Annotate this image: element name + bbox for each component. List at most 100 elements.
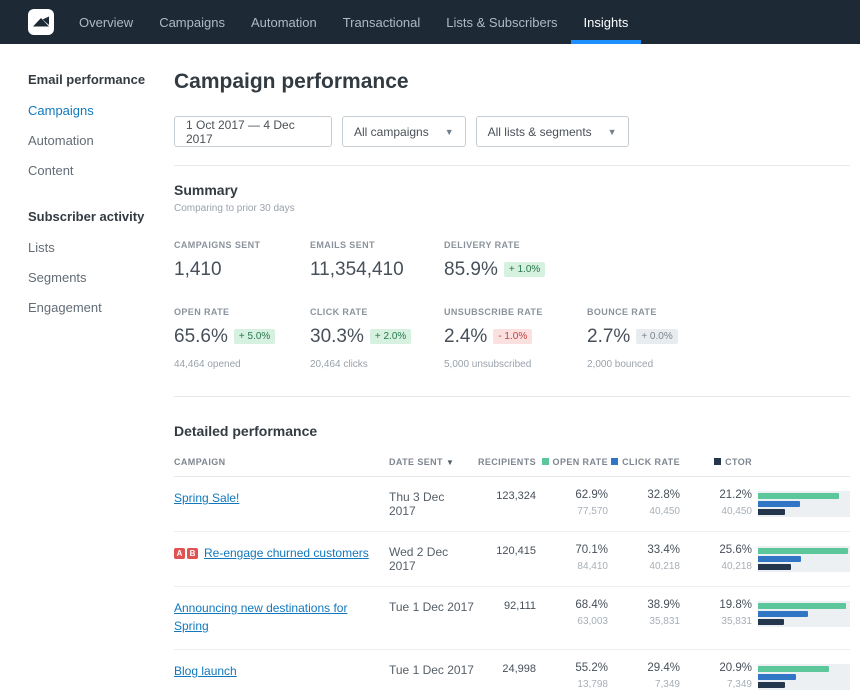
table-row: Blog launch Tue 1 Dec 2017 24,998 55.2%1… xyxy=(174,650,850,698)
open-rate-cell: 62.9%77,570 xyxy=(536,489,608,517)
nav-item-transactional[interactable]: Transactional xyxy=(330,0,434,44)
metric-sub: 44,464 opened xyxy=(174,359,310,370)
row-bar-chart xyxy=(752,662,850,690)
recipients-cell: 123,324 xyxy=(474,489,536,502)
delta-badge: + 5.0% xyxy=(234,329,275,344)
metric-bounce-rate: BOUNCE RATE 2.7%+ 0.0% 2,000 bounced xyxy=(587,307,850,370)
nav-item-campaigns[interactable]: Campaigns xyxy=(146,0,238,44)
metric-label: DELIVERY RATE xyxy=(444,240,587,250)
click-rate-value: 33.4% xyxy=(608,544,680,556)
metric-label: CLICK RATE xyxy=(310,307,444,317)
main-content: Campaign performance 1 Oct 2017 — 4 Dec … xyxy=(174,44,860,698)
campaign-link[interactable]: Re-engage churned customers xyxy=(204,546,369,560)
campaign-link[interactable]: Spring Sale! xyxy=(174,491,239,505)
ctor-cell: 20.9% 7,349 xyxy=(680,662,752,690)
open-rate-value: 55.2% xyxy=(536,662,608,674)
metric-sub: 5,000 unsubscribed xyxy=(444,359,587,370)
metric-value: 30.3% + 2.0% xyxy=(310,326,444,348)
column-header-ctor: CTOR xyxy=(680,457,752,467)
delta-badge: + 2.0% xyxy=(370,329,411,344)
row-bar-chart xyxy=(752,489,850,517)
metric-value: 85.9%+ 1.0% xyxy=(444,259,587,281)
chevron-down-icon: ▼ xyxy=(608,127,617,137)
click-rate-value: 29.4% xyxy=(608,662,680,674)
open-rate-bar xyxy=(758,666,829,672)
recipients-cell: 120,415 xyxy=(474,544,536,557)
column-header-date-sent[interactable]: DATE SENT▼ xyxy=(389,457,474,467)
date-range-input[interactable]: 1 Oct 2017 — 4 Dec 2017 xyxy=(174,116,332,147)
metric-label: BOUNCE RATE xyxy=(587,307,850,317)
column-header-click-rate: CLICK RATE xyxy=(608,457,680,467)
metric-sub: 20,464 clicks xyxy=(310,359,444,370)
ctor-count: 7,349 xyxy=(680,679,752,690)
open-rate-bar xyxy=(758,548,848,554)
ctor-value: 20.9% xyxy=(680,662,752,674)
open-rate-value: 68.4% xyxy=(536,599,608,611)
open-rate-cell: 68.4% 63,003 xyxy=(536,599,608,627)
metric-campaigns-sent: CAMPAIGNS SENT 1,410 xyxy=(174,240,310,281)
nav-item-insights[interactable]: Insights xyxy=(571,0,642,44)
open-rate-value: 62.9% xyxy=(536,489,608,501)
metric-value: 65.6% + 5.0% xyxy=(174,326,310,348)
campaign-link[interactable]: Announcing new destinations for Spring xyxy=(174,601,347,633)
open-rate-cell: 70.1%84,410 xyxy=(536,544,608,572)
ctor-count: 40,218 xyxy=(680,561,752,572)
click-rate-cell: 33.4%40,218 xyxy=(608,544,680,572)
nav-item-automation[interactable]: Automation xyxy=(238,0,330,44)
ab-test-badge-a: A xyxy=(174,548,185,559)
sort-desc-icon: ▼ xyxy=(446,458,454,467)
ctor-cell: 19.8%35,831 xyxy=(680,599,752,627)
click-rate-bar xyxy=(758,611,808,617)
open-rate-cell: 55.2%13,798 xyxy=(536,662,608,690)
metric-label: EMAILS SENT xyxy=(310,240,444,250)
ctor-bar xyxy=(758,682,785,688)
metric-unsubscribe-rate: UNSUBSCRIBE RATE 2.4%- 1.0% 5,000 unsubs… xyxy=(444,307,587,370)
ctor-value: 25.6% xyxy=(680,544,752,556)
metric-value: 2.4%- 1.0% xyxy=(444,326,587,348)
nav-item-lists-subscribers[interactable]: Lists & Subscribers xyxy=(433,0,570,44)
column-header-open-rate: OPEN RATE xyxy=(536,457,608,467)
ab-test-badge-b: B xyxy=(187,548,198,559)
lists-segments-filter-value: All lists & segments xyxy=(488,125,592,139)
sidebar-item-segments[interactable]: Segments xyxy=(28,270,174,285)
metric-value: 11,354,410 xyxy=(310,259,444,281)
click-rate-count: 40,450 xyxy=(608,506,680,517)
summary-heading: Summary xyxy=(174,182,850,198)
sidebar-item-engagement[interactable]: Engagement xyxy=(28,300,174,315)
metric-number: 30.3% xyxy=(310,326,364,347)
metric-number: 2.7% xyxy=(587,326,630,347)
click-rate-count: 7,349 xyxy=(608,679,680,690)
logo-icon xyxy=(28,9,54,35)
sidebar-item-content[interactable]: Content xyxy=(28,163,174,178)
metric-emails-sent: EMAILS SENT 11,354,410 xyxy=(310,240,444,281)
row-bar-chart xyxy=(752,544,850,572)
click-rate-bar xyxy=(758,674,796,680)
column-header-recipients: RECIPIENTS xyxy=(474,457,536,467)
ctor-bar xyxy=(758,564,791,570)
date-sent-cell: Tue 1 Dec 2017 xyxy=(389,599,474,614)
nav-items: Overview Campaigns Automation Transactio… xyxy=(66,0,641,44)
metric-value: 1,410 xyxy=(174,259,310,281)
lists-segments-filter-select[interactable]: All lists & segments ▼ xyxy=(476,116,629,147)
metric-open-rate: OPEN RATE 65.6%+ 5.0% 44,464 opened xyxy=(174,307,310,370)
ctor-bar xyxy=(758,619,784,625)
table-header: CAMPAIGN DATE SENT▼ RECIPIENTS OPEN RATE… xyxy=(174,457,850,477)
ctor-value: 21.2% xyxy=(680,489,752,501)
open-rate-count: 63,003 xyxy=(536,616,608,627)
metric-number: 65.6% xyxy=(174,326,228,347)
campaign-monitor-logo[interactable] xyxy=(28,0,54,44)
summary-subheading: Comparing to prior 30 days xyxy=(174,203,850,214)
column-header-campaign: CAMPAIGN xyxy=(174,457,389,467)
click-rate-bar xyxy=(758,501,800,507)
campaigns-filter-select[interactable]: All campaigns ▼ xyxy=(342,116,466,147)
ctor-count: 40,450 xyxy=(680,506,752,517)
sidebar-item-lists[interactable]: Lists xyxy=(28,240,174,255)
campaign-link[interactable]: Blog launch xyxy=(174,664,237,678)
nav-item-overview[interactable]: Overview xyxy=(66,0,146,44)
sidebar-item-campaigns[interactable]: Campaigns xyxy=(28,103,174,118)
column-label: OPEN RATE xyxy=(553,457,608,467)
delta-badge: + 0.0% xyxy=(636,329,677,344)
sidebar-item-automation[interactable]: Automation xyxy=(28,133,174,148)
column-label: DATE SENT xyxy=(389,457,443,467)
recipients-cell: 24,998 xyxy=(474,662,536,675)
